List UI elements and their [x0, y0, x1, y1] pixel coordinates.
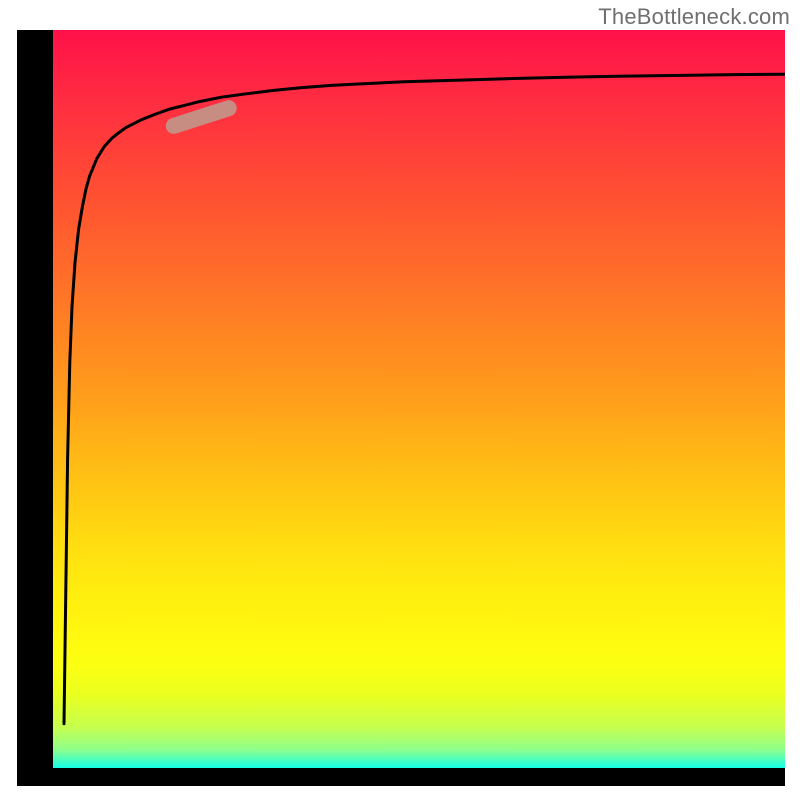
- plot-background: [53, 30, 785, 768]
- chart-container: TheBottleneck.com: [0, 0, 800, 800]
- x-axis: [17, 768, 785, 786]
- y-axis: [17, 30, 53, 768]
- watermark-label: TheBottleneck.com: [598, 4, 790, 30]
